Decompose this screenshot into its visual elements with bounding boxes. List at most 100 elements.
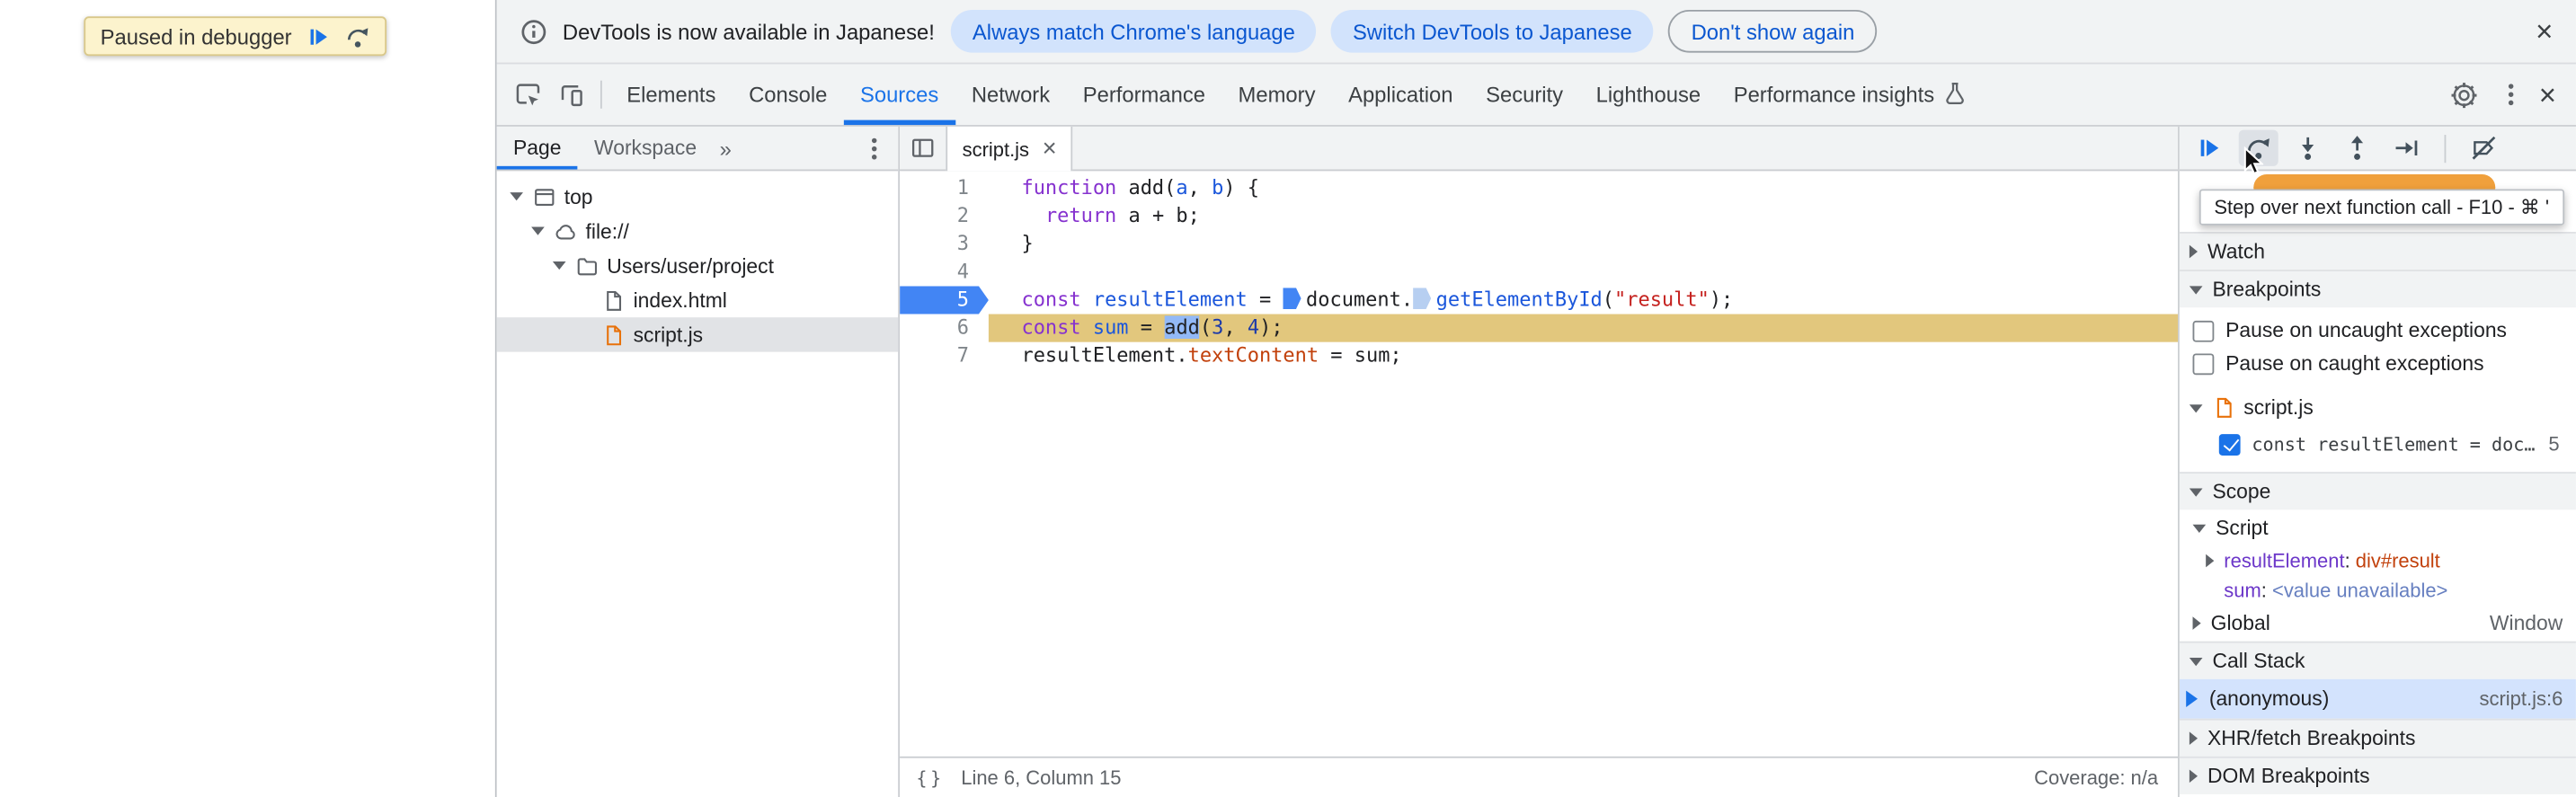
deactivate-breakpoints-icon[interactable] [2464, 130, 2503, 166]
pause-on-caught-exceptions-toggle[interactable]: Pause on caught exceptions [2180, 347, 2576, 380]
sidebar-toggle-icon[interactable] [900, 127, 946, 170]
resume-icon[interactable] [306, 24, 331, 49]
tab-performance[interactable]: Performance [1066, 64, 1221, 125]
tab-console[interactable]: Console [733, 64, 844, 125]
chevron-right-icon[interactable] [2189, 769, 2198, 784]
frame-icon [531, 184, 555, 208]
infobar-close-icon[interactable]: × [2536, 16, 2553, 46]
tab-performance-insights[interactable]: Performance insights [1717, 64, 1984, 125]
device-toolbar-icon[interactable] [549, 73, 592, 116]
don-t-show-again-button[interactable]: Don't show again [1667, 9, 1879, 53]
breakpoint-item[interactable]: const resultElement = doc… 5 [2180, 426, 2576, 462]
chevron-down-icon[interactable] [510, 192, 523, 201]
navigator-menu-icon[interactable] [862, 135, 885, 161]
chevron-down-icon[interactable] [2189, 403, 2203, 412]
code-line-content[interactable]: function add(a, b) { [989, 174, 2178, 202]
inspect-icon[interactable] [507, 73, 550, 116]
inline-breakpoint-icon[interactable] [1283, 288, 1301, 310]
step-out-icon[interactable] [2338, 130, 2377, 166]
scope-script[interactable]: Script [2180, 509, 2576, 545]
section-header-dom[interactable]: DOM Breakpoints [2179, 756, 2576, 794]
code-line-7: 7 resultElement.textContent = sum; [900, 342, 2178, 370]
line-number[interactable]: 7 [900, 342, 989, 370]
tree-item-top[interactable]: top [497, 179, 899, 213]
chevron-down-icon[interactable] [2192, 523, 2207, 533]
paused-in-debugger-label: Paused in debugger [100, 23, 292, 49]
breakpoint-marker[interactable]: 5 [900, 286, 989, 314]
tree-item-file[interactable]: file:// [497, 214, 899, 248]
resume-icon[interactable] [2190, 130, 2229, 166]
code-line-content[interactable]: const sum = add(3, 4); [988, 314, 2179, 342]
code-token: ) { [1223, 175, 1259, 199]
line-number[interactable]: 4 [900, 258, 989, 286]
code-line-content[interactable]: const resultElement = document. getElemen… [989, 286, 2178, 314]
tab-network[interactable]: Network [955, 64, 1067, 125]
code-editor[interactable]: 1 function add(a, b) {2 return a + b; 3} 4 5… [900, 171, 2179, 757]
chevron-right-icon[interactable] [2206, 553, 2215, 568]
kebab-menu-icon[interactable] [2500, 82, 2523, 108]
step-over-icon[interactable] [346, 24, 370, 49]
scope-object-name: Window [2489, 611, 2563, 635]
variable-resultelement[interactable]: resultElement: div#result [2180, 546, 2576, 576]
tab-lighthouse[interactable]: Lighthouse [1579, 64, 1717, 125]
scope-global[interactable]: Global Window [2180, 605, 2576, 641]
step-into-icon[interactable] [2288, 130, 2328, 166]
tab-memory[interactable]: Memory [1221, 64, 1332, 125]
editor-pane: script.js × 1 function add(a, b) {2 retur… [900, 126, 2180, 797]
code-token: resultElement. [1021, 343, 1188, 368]
chevron-right-icon[interactable] [2189, 731, 2198, 746]
checkbox-icon[interactable] [2218, 433, 2241, 456]
tab-security[interactable]: Security [1470, 64, 1580, 125]
code-line-3: 3} [900, 230, 2178, 258]
chevron-right-icon[interactable] [2189, 244, 2198, 259]
line-number[interactable]: 1 [900, 174, 989, 202]
chevron-down-icon[interactable] [552, 261, 566, 270]
tree-item-index-html[interactable]: index.html [497, 283, 899, 317]
editor-statusbar: {} Line 6, Column 15 Coverage: n/a [900, 756, 2179, 797]
inline-breakpoint-candidate-icon[interactable] [1413, 288, 1432, 310]
section-header-xhr[interactable]: XHR/fetch Breakpoints [2179, 718, 2576, 757]
pause-on-uncaught-exceptions-toggle[interactable]: Pause on uncaught exceptions [2180, 314, 2576, 348]
code-token: ( [1602, 288, 1615, 311]
line-number[interactable]: 2 [900, 202, 989, 230]
chevron-right-icon[interactable] [2192, 616, 2201, 630]
code-line-content[interactable]: return a + b; [989, 202, 2178, 230]
devtools-close-icon[interactable]: × [2536, 80, 2560, 110]
code-token: add [1164, 315, 1200, 340]
breakpoint-file-row[interactable]: script.js [2180, 390, 2576, 426]
call-stack-frame[interactable]: (anonymous) script.js:6 [2179, 678, 2576, 719]
chevron-down-icon[interactable] [2189, 487, 2203, 496]
code-line-content[interactable]: resultElement.textContent = sum; [989, 342, 2178, 370]
section-header-watch[interactable]: Watch [2179, 232, 2576, 270]
tab-sources[interactable]: Sources [843, 64, 955, 126]
step-icon[interactable] [2386, 130, 2426, 166]
line-number[interactable]: 6 [900, 314, 989, 342]
settings-gear-icon[interactable] [2444, 73, 2487, 116]
always-match-chrome-s-language-button[interactable]: Always match Chrome's language [951, 9, 1317, 53]
chevron-down-icon[interactable] [531, 226, 545, 235]
chevron-down-icon[interactable] [2189, 285, 2203, 294]
line-number[interactable]: 3 [900, 230, 989, 258]
tab-workspace[interactable]: Workspace [578, 127, 714, 170]
checkbox-icon[interactable] [2192, 352, 2215, 375]
tree-item-script-js[interactable]: script.js [496, 317, 899, 352]
tree-item-users-user-project[interactable]: Users/user/project [497, 248, 899, 282]
pretty-print-icon[interactable]: {} [916, 767, 945, 789]
editor-tab-script-js[interactable]: script.js × [946, 126, 1074, 172]
tab-page[interactable]: Page [496, 127, 579, 170]
variable-sum[interactable]: sum: <value unavailable> [2180, 576, 2576, 606]
code-line-content[interactable] [989, 258, 2178, 286]
section-header-scope[interactable]: Scope [2179, 472, 2576, 510]
tab-close-icon[interactable]: × [1043, 137, 1057, 161]
execution-pointer-icon [2186, 690, 2198, 707]
tab-elements[interactable]: Elements [610, 64, 733, 125]
code-token: getElementById [1435, 288, 1603, 311]
section-header-call_stack[interactable]: Call Stack [2179, 641, 2576, 679]
switch-devtools-to-japanese-button[interactable]: Switch DevTools to Japanese [1331, 9, 1654, 53]
checkbox-icon[interactable] [2192, 319, 2215, 341]
more-tabs-icon[interactable]: » [713, 136, 738, 160]
tab-application[interactable]: Application [1332, 64, 1470, 125]
chevron-down-icon[interactable] [2189, 657, 2203, 666]
section-header-breakpoints[interactable]: Breakpoints [2179, 270, 2576, 308]
code-line-content[interactable]: } [989, 230, 2178, 258]
